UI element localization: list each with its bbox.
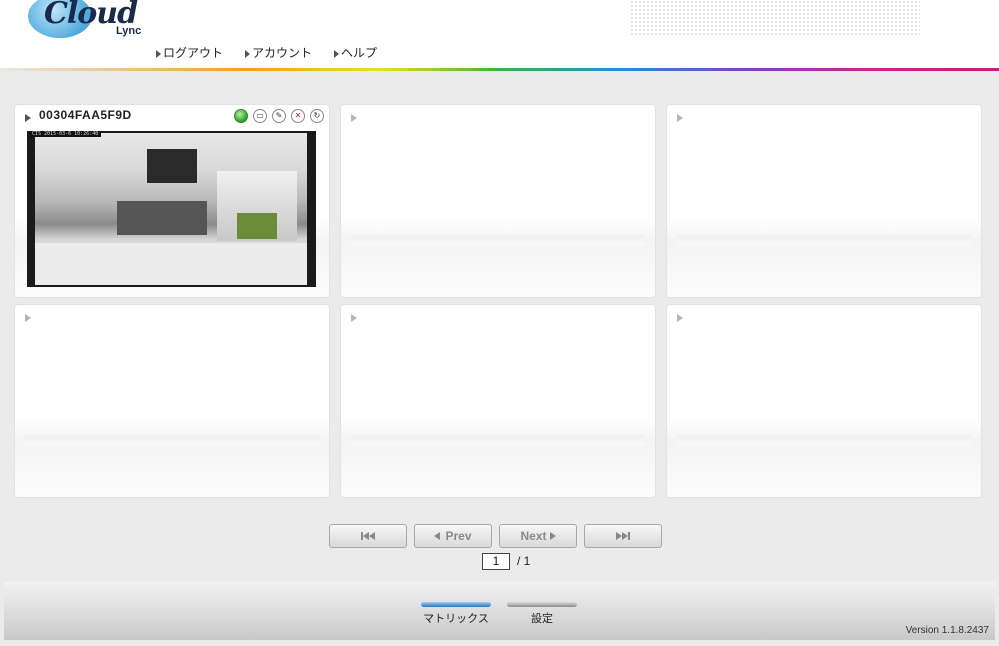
nav-logout-label: ログアウト <box>163 46 224 60</box>
video-ceiling-panel <box>147 149 197 183</box>
current-page-input[interactable]: 1 <box>482 553 510 570</box>
nav-account-label: アカウント <box>252 46 313 60</box>
video-wall-display <box>117 201 207 235</box>
camera-tile: 00304FAA5F9D ▭ ✎ ✕ ↻ CIS 2015-03-6 10:26… <box>15 105 329 297</box>
camera-tile-empty <box>15 305 329 497</box>
expand-arrow-icon[interactable] <box>25 314 31 322</box>
expand-arrow-icon[interactable] <box>25 114 31 122</box>
footer: マトリックス 設定 Version 1.1.8.2437 <box>4 582 995 640</box>
video-plants <box>237 213 277 239</box>
tile-placeholder <box>25 435 319 445</box>
tab-matrix-indicator <box>421 602 491 607</box>
prev-label: Prev <box>445 529 472 543</box>
camera-tile-empty <box>667 105 981 297</box>
arrow-right-icon <box>334 49 340 58</box>
tab-matrix[interactable]: マトリックス <box>421 602 491 626</box>
camera-tile-empty <box>341 105 655 297</box>
video-timestamp: CIS 2015-03-6 10:26:40 <box>29 131 102 137</box>
last-page-icon <box>628 532 630 540</box>
header: Cloud Lync ログアウト アカウント ヘルプ <box>0 0 999 68</box>
snapshot-icon[interactable]: ▭ <box>253 109 267 123</box>
tab-settings[interactable]: 設定 <box>507 602 577 626</box>
refresh-icon[interactable]: ↻ <box>310 109 324 123</box>
first-page-button[interactable] <box>329 524 407 548</box>
nav-help-label: ヘルプ <box>341 46 378 60</box>
tile-placeholder <box>677 435 971 445</box>
nav-account-link[interactable]: アカウント <box>245 44 312 61</box>
next-label: Next <box>520 529 547 543</box>
expand-arrow-icon[interactable] <box>677 314 683 322</box>
tab-matrix-label: マトリックス <box>423 612 489 625</box>
prev-arrow-icon <box>434 532 441 540</box>
nav-logout-link[interactable]: ログアウト <box>156 44 223 61</box>
camera-name: 00304FAA5F9D <box>39 108 132 122</box>
logo: Cloud Lync <box>22 0 162 44</box>
total-pages: / 1 <box>517 554 531 568</box>
next-page-button[interactable]: Next <box>499 524 577 548</box>
world-map-graphic <box>630 0 920 36</box>
first-page-icon <box>369 532 375 540</box>
next-arrow-icon <box>549 532 556 540</box>
video-floor <box>35 243 307 285</box>
top-nav: ログアウト アカウント ヘルプ <box>156 44 399 61</box>
status-online-icon <box>234 109 248 123</box>
camera-tile-empty <box>341 305 655 497</box>
settings-wrench-icon[interactable]: ✎ <box>272 109 286 123</box>
prev-page-button[interactable]: Prev <box>414 524 492 548</box>
arrow-right-icon <box>245 49 251 58</box>
expand-arrow-icon[interactable] <box>351 114 357 122</box>
last-page-button[interactable] <box>584 524 662 548</box>
mute-speaker-icon[interactable]: ✕ <box>291 109 305 123</box>
tab-settings-label: 設定 <box>531 612 553 625</box>
tab-settings-indicator <box>507 602 577 607</box>
expand-arrow-icon[interactable] <box>351 314 357 322</box>
logo-subtext: Lync <box>116 25 142 37</box>
rainbow-divider <box>0 68 999 71</box>
nav-help-link[interactable]: ヘルプ <box>334 44 377 61</box>
tile-placeholder <box>677 235 971 245</box>
version-label: Version 1.1.8.2437 <box>905 625 989 636</box>
tile-placeholder <box>351 235 645 245</box>
camera-controls: ▭ ✎ ✕ ↻ <box>234 109 324 123</box>
arrow-right-icon <box>156 49 161 58</box>
camera-tile-empty <box>667 305 981 497</box>
expand-arrow-icon[interactable] <box>677 114 683 122</box>
tile-placeholder <box>351 435 645 445</box>
camera-video-feed[interactable]: CIS 2015-03-6 10:26:40 <box>27 131 316 287</box>
